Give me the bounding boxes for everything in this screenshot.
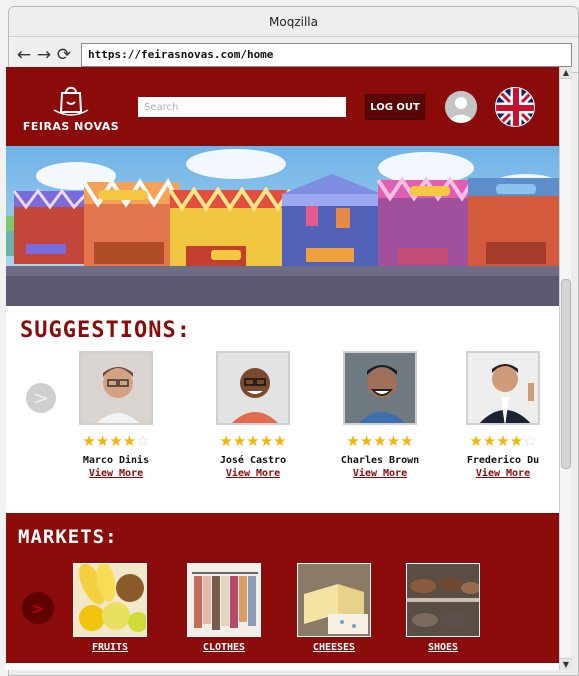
scroll-down-icon[interactable]: ▼ (560, 658, 572, 670)
suggestions-carousel: > ★★★★☆ Marco Dinis View More ★★★★★ José… (6, 343, 559, 501)
person-name: Charles Brown (340, 455, 420, 466)
person-name: Frederico Du (466, 455, 540, 466)
market-link-cheeses[interactable]: CHEESES (294, 642, 374, 653)
market-stalls-illustration (6, 146, 559, 306)
rating-stars: ★★★★☆ (469, 432, 537, 450)
scroll-thumb[interactable] (561, 279, 571, 469)
logout-button[interactable]: LOG OUT (365, 94, 425, 120)
stall-6 (468, 178, 559, 266)
view-more-link[interactable]: View More (458, 468, 548, 479)
person-photo[interactable] (79, 351, 153, 425)
market-card: CHEESES (294, 563, 374, 653)
uk-flag-icon[interactable] (495, 87, 535, 127)
market-photo[interactable] (406, 563, 480, 637)
back-icon[interactable]: ← (15, 44, 33, 66)
person-name: Marco Dinis (82, 455, 150, 466)
stall-5 (376, 176, 475, 266)
market-card: FRUITS (70, 563, 150, 653)
markets-section: MARKETS: > FRUITS CLOTHES CHEESES SHOES (6, 513, 559, 663)
search-input[interactable] (138, 97, 346, 117)
market-card: SHOES (403, 563, 483, 653)
view-more-link[interactable]: View More (335, 468, 425, 479)
market-banner (6, 146, 559, 306)
view-more-link[interactable]: View More (208, 468, 298, 479)
suggestion-card: ★★★★☆ Marco Dinis View More (71, 351, 161, 479)
rating-stars: ★★★★☆ (82, 432, 150, 450)
stall-1 (12, 188, 91, 264)
suggestion-card: ★★★★★ José Castro View More (208, 351, 298, 479)
market-link-shoes[interactable]: SHOES (403, 642, 483, 653)
rating-stars: ★★★★★ (219, 432, 287, 450)
stall-3 (168, 186, 292, 266)
site-logo[interactable]: FEIRAS NOVAS (6, 80, 136, 133)
window-title: Moqzilla (9, 7, 578, 37)
person-name: José Castro (219, 455, 287, 466)
stall-2 (82, 177, 181, 266)
forward-icon[interactable]: → (35, 44, 53, 66)
page-scrollbar[interactable]: ▲ ▼ (559, 67, 572, 670)
markets-title: MARKETS: (18, 526, 118, 548)
address-bar[interactable]: https://feirasnovas.com/home (81, 42, 572, 67)
logo-text: FEIRAS NOVAS (22, 120, 120, 133)
rating-stars: ★★★★★ (346, 432, 414, 450)
user-avatar-icon[interactable] (445, 91, 477, 123)
suggestions-next-arrow-icon[interactable]: > (26, 383, 56, 413)
reload-icon[interactable]: ⟳ (55, 44, 73, 66)
person-photo[interactable] (466, 351, 540, 425)
market-photo[interactable] (187, 563, 261, 637)
shopping-bag-icon (53, 86, 89, 116)
scroll-up-icon[interactable]: ▲ (560, 67, 572, 79)
suggestion-card: ★★★★★ Charles Brown View More (335, 351, 425, 479)
person-photo[interactable] (216, 351, 290, 425)
view-more-link[interactable]: View More (71, 468, 161, 479)
suggestions-title: SUGGESTIONS: (20, 318, 191, 343)
market-link-fruits[interactable]: FRUITS (70, 642, 150, 653)
market-photo[interactable] (297, 563, 371, 637)
market-card: CLOTHES (184, 563, 264, 653)
market-link-clothes[interactable]: CLOTHES (184, 642, 264, 653)
site-header: FEIRAS NOVAS LOG OUT (6, 67, 559, 146)
page-viewport: FEIRAS NOVAS LOG OUT (6, 67, 559, 670)
person-photo[interactable] (343, 351, 417, 425)
markets-next-arrow-icon[interactable]: > (22, 592, 54, 624)
market-photo[interactable] (73, 563, 147, 637)
suggestion-card: ★★★★☆ Frederico Du View More (458, 351, 548, 479)
